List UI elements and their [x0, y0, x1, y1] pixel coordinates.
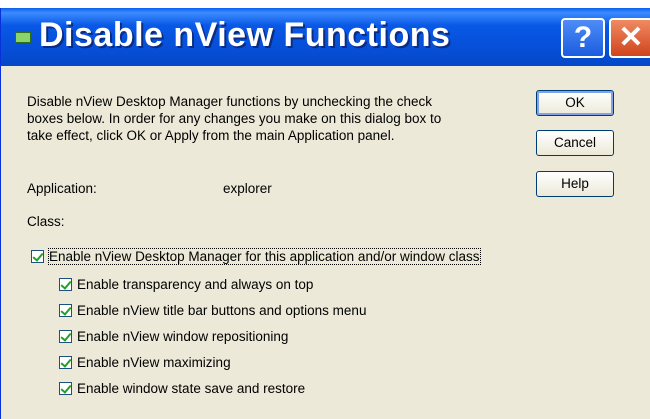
top-strip [0, 0, 650, 8]
app-icon [15, 32, 31, 43]
dialog-title: Disable nView Functions [39, 16, 451, 54]
checkbox-label: Enable nView title bar buttons and optio… [77, 302, 367, 318]
checkbox-label: Enable nView Desktop Manager for this ap… [48, 247, 481, 265]
help-button[interactable]: Help [536, 171, 614, 197]
checkbox-label: Enable transparency and always on top [77, 276, 314, 292]
cancel-button[interactable]: Cancel [536, 130, 614, 156]
checkbox-enable-nview[interactable]: Enable nView Desktop Manager for this ap… [31, 246, 481, 266]
checkmark-icon[interactable] [59, 277, 72, 291]
checkbox-maximizing[interactable]: Enable nView maximizing [59, 352, 231, 372]
dialog-window: Disable nView Functions ? ✕ Disable nVie… [0, 8, 650, 419]
class-label: Class: [27, 214, 65, 229]
checkbox-label: Enable nView maximizing [77, 354, 231, 370]
checkmark-icon[interactable] [59, 303, 72, 317]
checkbox-state-save-restore[interactable]: Enable window state save and restore [59, 378, 305, 398]
checkbox-label: Enable window state save and restore [77, 380, 306, 396]
checkbox-title-bar-buttons[interactable]: Enable nView title bar buttons and optio… [59, 300, 366, 320]
checkmark-icon[interactable] [59, 355, 72, 369]
close-icon[interactable]: ✕ [609, 18, 650, 58]
application-label: Application: [27, 181, 97, 196]
title-bar[interactable]: Disable nView Functions ? ✕ [1, 8, 650, 66]
checkmark-icon[interactable] [31, 249, 44, 263]
checkbox-window-repositioning[interactable]: Enable nView window repositioning [59, 326, 288, 346]
description-text: Disable nView Desktop Manager functions … [27, 94, 442, 143]
checkbox-label: Enable nView window repositioning [77, 328, 289, 344]
application-value: explorer [223, 181, 272, 196]
checkbox-transparency[interactable]: Enable transparency and always on top [59, 274, 313, 294]
ok-button[interactable]: OK [536, 90, 614, 116]
checkmark-icon[interactable] [59, 329, 72, 343]
help-icon[interactable]: ? [561, 18, 605, 58]
checkmark-icon[interactable] [59, 381, 72, 395]
